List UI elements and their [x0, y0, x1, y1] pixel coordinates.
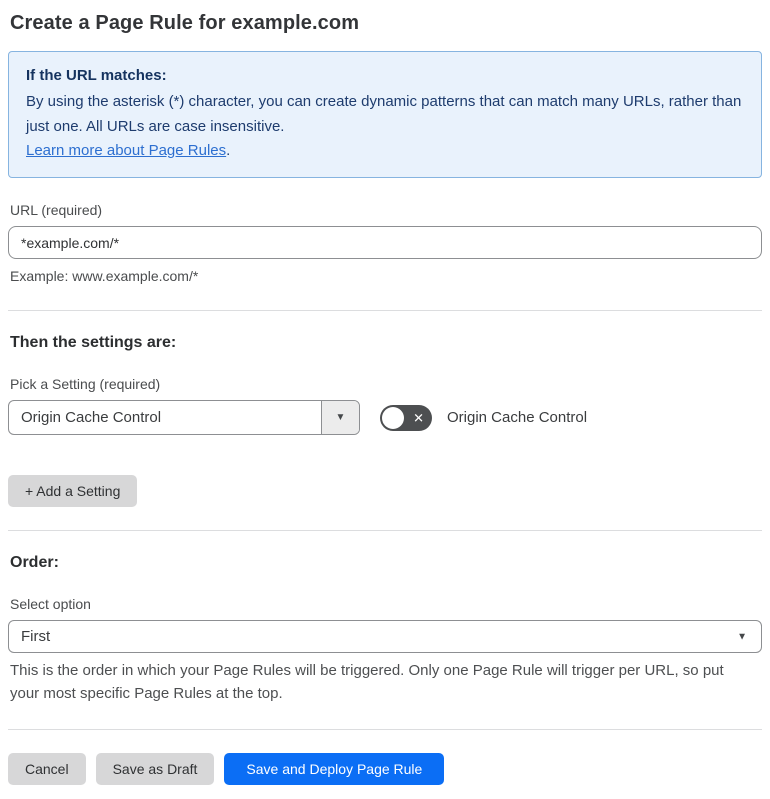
order-helper-text: This is the order in which your Page Rul…: [10, 662, 724, 703]
info-box-body: By using the asterisk (*) character, you…: [26, 93, 742, 135]
divider: [8, 728, 762, 730]
divider: [8, 530, 762, 532]
setting-select-value: Origin Cache Control: [21, 409, 162, 427]
url-match-info-box: If the URL matches: By using the asteris…: [8, 51, 762, 179]
order-select[interactable]: First ▼: [8, 620, 762, 654]
toggle-knob: [382, 406, 404, 429]
order-select-label: Select option: [10, 596, 91, 613]
save-as-draft-button[interactable]: Save as Draft: [95, 752, 215, 785]
pick-setting-label: Pick a Setting (required): [10, 376, 161, 393]
link-suffix: .: [226, 141, 231, 159]
setting-select[interactable]: Origin Cache Control ▼: [8, 400, 360, 436]
page-title: Create a Page Rule for example.com: [10, 12, 360, 34]
origin-cache-control-toggle[interactable]: ✕: [380, 404, 432, 431]
toggle-label: Origin Cache Control: [447, 409, 588, 427]
learn-more-link[interactable]: Learn more about Page Rules: [26, 142, 226, 159]
chevron-down-icon: ▼: [737, 631, 747, 643]
info-box-heading: If the URL matches:: [26, 67, 167, 84]
add-setting-button[interactable]: + Add a Setting: [8, 475, 138, 508]
setting-select-caret-button[interactable]: ▼: [321, 401, 359, 435]
order-section-heading: Order:: [10, 554, 59, 572]
footer-actions: Cancel Save as Draft Save and Deploy Pag…: [8, 752, 762, 785]
chevron-down-icon: ▼: [335, 412, 346, 424]
save-and-deploy-button[interactable]: Save and Deploy Page Rule: [224, 752, 445, 785]
setting-row: Origin Cache Control ▼ ✕ Origin Cache Co…: [8, 400, 762, 436]
cancel-button[interactable]: Cancel: [8, 752, 86, 785]
order-select-value: First: [21, 628, 51, 646]
url-label: URL (required): [10, 202, 103, 219]
info-box-link-line: Learn more about Page Rules.: [26, 139, 744, 163]
divider: [8, 310, 762, 312]
toggle-off-x-icon: ✕: [413, 410, 424, 426]
url-input[interactable]: [8, 226, 762, 260]
url-helper-text: Example: www.example.com/*: [10, 268, 199, 285]
page-rule-form: Create a Page Rule for example.com If th…: [0, 0, 770, 799]
settings-section-heading: Then the settings are:: [10, 334, 177, 352]
